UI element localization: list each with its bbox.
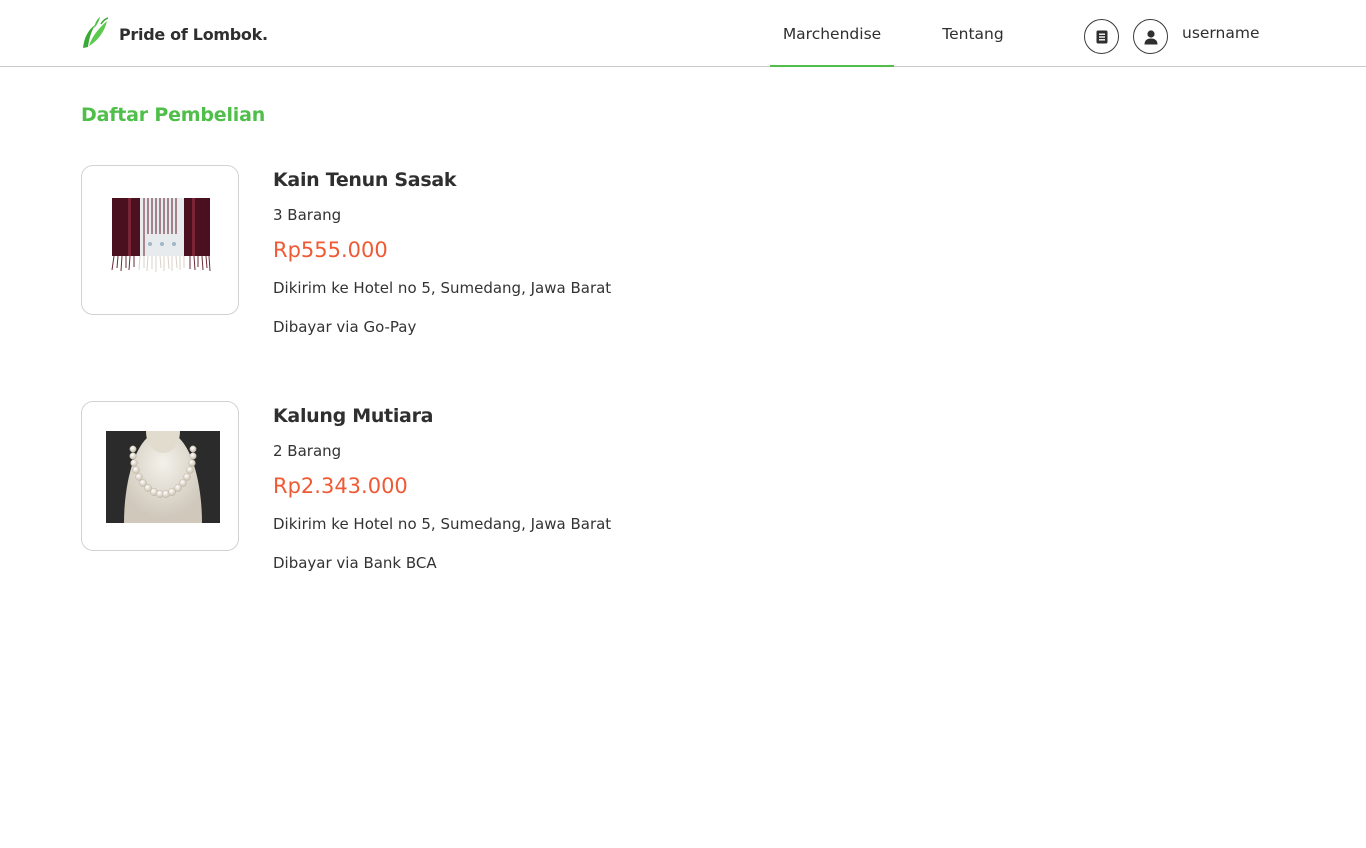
product-quantity: 3 Barang [273, 206, 342, 224]
brand-name: Pride of Lombok. [119, 25, 268, 44]
product-price: Rp555.000 [273, 238, 388, 262]
user-icon [1144, 29, 1157, 44]
top-navbar: Pride of Lombok. Marchendise Tentang use… [0, 0, 1366, 67]
brand-home-link[interactable]: Pride of Lombok. [80, 16, 268, 50]
shipping-address: Dikirim ke Hotel no 5, Sumedang, Jawa Ba… [273, 515, 612, 533]
purchase-item: Kalung Mutiara 2 Barang Rp2.343.000 Diki… [81, 401, 981, 581]
receipt-icon [1096, 30, 1107, 43]
product-thumbnail[interactable] [81, 165, 239, 315]
purchase-item: Kain Tenun Sasak 3 Barang Rp555.000 Diki… [81, 165, 981, 345]
user-avatar-button[interactable] [1133, 19, 1168, 54]
shipping-address: Dikirim ke Hotel no 5, Sumedang, Jawa Ba… [273, 279, 612, 297]
payment-method: Dibayar via Go-Pay [273, 318, 417, 336]
product-thumbnail[interactable] [81, 401, 239, 551]
page-title: Daftar Pembelian [81, 104, 266, 126]
orders-button[interactable] [1084, 19, 1119, 54]
nav-tab-marchendise[interactable]: Marchendise [770, 0, 894, 67]
nav-tab-tentang[interactable]: Tentang [930, 0, 1016, 67]
product-quantity: 2 Barang [273, 442, 342, 460]
product-name[interactable]: Kain Tenun Sasak [273, 169, 456, 191]
woven-cloth-image [111, 198, 211, 272]
payment-method: Dibayar via Bank BCA [273, 554, 437, 572]
username-label[interactable]: username [1182, 24, 1260, 42]
product-name[interactable]: Kalung Mutiara [273, 405, 433, 427]
leaf-logo-icon [83, 17, 109, 48]
pearl-necklace-image [106, 431, 220, 523]
product-price: Rp2.343.000 [273, 474, 408, 498]
